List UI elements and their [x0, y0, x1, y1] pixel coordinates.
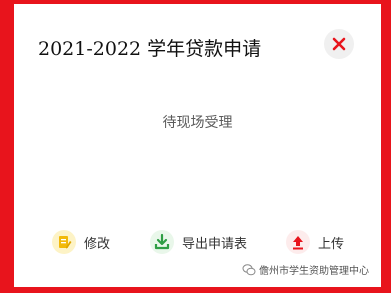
watermark: 儋州市学生资助管理中心: [242, 262, 369, 277]
watermark-text: 儋州市学生资助管理中心: [259, 266, 369, 277]
edit-label: 修改: [84, 236, 111, 252]
status-text: 待现场受理: [162, 115, 233, 131]
close-button[interactable]: [324, 29, 354, 59]
edit-document-icon: [52, 230, 76, 254]
upload-label: 上传: [318, 236, 345, 252]
download-icon: [150, 230, 174, 254]
loan-application-dialog: 2021-2022 学年贷款申请 待现场受理 修改 导出申请表 上传 儋州市学生…: [14, 4, 381, 287]
export-label: 导出申请表: [182, 236, 248, 252]
export-application-button[interactable]: 导出申请表: [150, 230, 247, 254]
wechat-icon: [242, 263, 256, 275]
dialog-title: 2021-2022 学年贷款申请: [38, 38, 262, 60]
upload-icon: [286, 230, 310, 254]
edit-button[interactable]: 修改: [52, 230, 110, 254]
upload-button[interactable]: 上传: [286, 230, 344, 254]
close-icon: [332, 37, 346, 51]
